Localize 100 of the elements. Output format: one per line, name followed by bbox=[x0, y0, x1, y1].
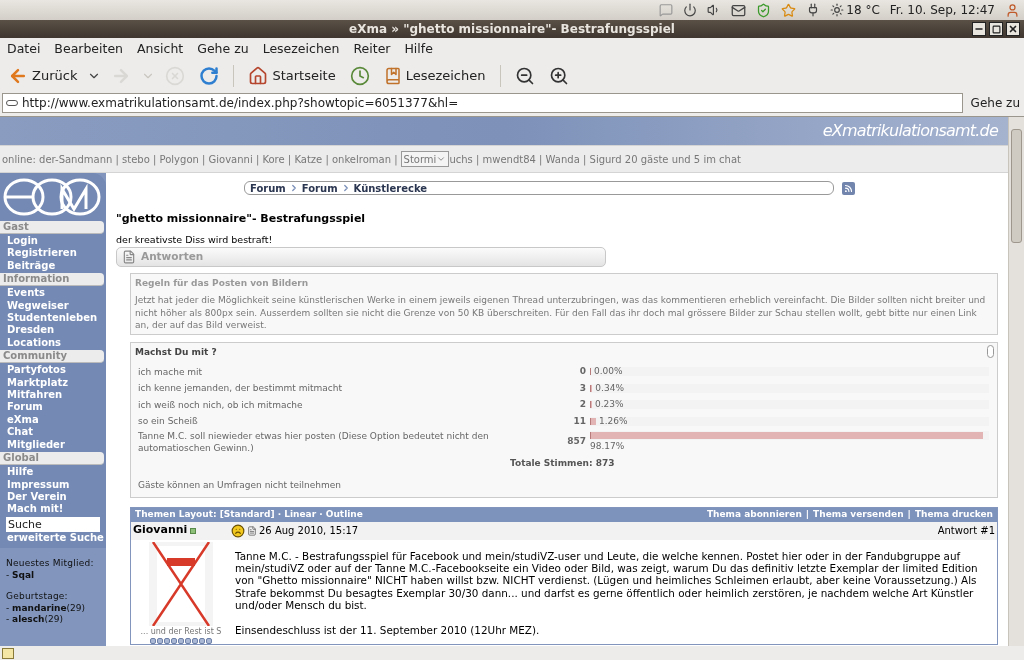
sidebar-link[interactable]: Login bbox=[7, 235, 104, 248]
clock[interactable]: Fr. 10. Sep, 12:47 bbox=[889, 1, 995, 19]
poll-vote-count: 3 bbox=[578, 381, 587, 395]
sidebar-link[interactable]: Der Verein bbox=[7, 490, 104, 504]
member-link[interactable]: - Sqal bbox=[6, 569, 106, 582]
rank-pips-icon bbox=[150, 637, 212, 644]
sun-icon[interactable] bbox=[830, 3, 845, 17]
breadcrumb-link[interactable]: Forum bbox=[301, 180, 338, 196]
close-button[interactable] bbox=[1006, 22, 1020, 36]
frowning-face-icon bbox=[231, 523, 245, 538]
sidebar-link[interactable]: Beiträge bbox=[7, 259, 104, 273]
menu-item[interactable]: Datei bbox=[7, 39, 41, 59]
menu-item[interactable]: Ansicht bbox=[137, 39, 184, 59]
home-button[interactable]: Startseite bbox=[244, 62, 340, 90]
sidebar-link[interactable]: eXma bbox=[7, 413, 104, 427]
document-icon bbox=[247, 525, 257, 536]
thread-description: der kreativste Diss wird bestraft! bbox=[116, 232, 274, 247]
sidebar-link[interactable]: Mitfahren bbox=[7, 389, 104, 402]
sidebar-link[interactable]: Studentenleben bbox=[7, 312, 104, 325]
poll-percent: 1.26% bbox=[599, 414, 628, 428]
breadcrumb-link[interactable]: Forum bbox=[250, 180, 286, 196]
maximize-button[interactable] bbox=[989, 22, 1003, 36]
link-icon bbox=[6, 100, 18, 106]
go-button[interactable]: Gehe zu bbox=[968, 94, 1022, 112]
poll-vote-count: 857 bbox=[566, 435, 587, 449]
sidebar-link[interactable]: Partyfotos bbox=[7, 364, 104, 377]
document-icon bbox=[122, 249, 136, 264]
info-label: Geburtstage: bbox=[6, 591, 69, 603]
scroll-handle-icon bbox=[987, 345, 994, 359]
poll-vote-count: 2 bbox=[578, 398, 587, 412]
poll-percent: 0.34% bbox=[595, 381, 624, 395]
member-link[interactable]: - alesch(29) bbox=[6, 614, 106, 626]
poll-percent: 0.23% bbox=[594, 398, 624, 412]
menu-item[interactable]: Reiter bbox=[353, 39, 391, 59]
sidebar-link[interactable]: Marktplatz bbox=[7, 376, 104, 390]
back-arrow-icon bbox=[8, 66, 28, 86]
online-users: uchs | mwendt84 | Wanda | Sigurd 20 gäste und 5 im chat bbox=[449, 152, 741, 167]
reload-icon bbox=[199, 66, 220, 86]
maximize-icon bbox=[991, 24, 1001, 34]
sidebar-heading: Information bbox=[0, 273, 104, 287]
thread-title: "ghetto missionnaire"- Bestrafungsspiel bbox=[116, 211, 367, 227]
window-title: eXma » "ghetto missionnaire"- Bestrafungsspiel bbox=[349, 21, 675, 38]
menu-item[interactable]: Bearbeiten bbox=[54, 39, 124, 59]
author-name[interactable]: Giovanni bbox=[133, 522, 188, 539]
poll-note: Gäste können an Umfragen nicht teilnehmen bbox=[137, 479, 342, 493]
search-field[interactable]: Suche bbox=[6, 516, 100, 532]
rules-text: Jetzt hat jeder die Möglichkeit seine künstlerischen Werke in einem jeweils eigenen Thread unterzubringen, was das kommentieren erheblich vereinfacht. Die Bilder sollten nicht breiter und nicht höher als 800px sein. Ausserdem sollten sie nicht die Grenze von 50 KB überschreiten. Für den Fall das ihr doch mal grössere Bilder zur Schau stellen wollt, gebt bitte nur einen Link an, der auf das Bild verweist. bbox=[135, 294, 987, 332]
separator-text: | bbox=[805, 507, 810, 521]
sidebar-link[interactable]: Events bbox=[7, 287, 104, 300]
poll-option-label: ich kenne jemanden, der bestimmt mitmacht bbox=[137, 382, 343, 395]
topic-action-link[interactable]: Thema versenden bbox=[813, 507, 904, 522]
zoom-in-icon bbox=[548, 66, 569, 86]
member-link[interactable]: - mandarine(29) bbox=[6, 602, 106, 615]
sidebar-link[interactable]: Wegweiser bbox=[7, 299, 104, 313]
poll-option-label: ich mache mit bbox=[137, 365, 204, 379]
poll-percent: 0.00% bbox=[594, 365, 623, 379]
poll-vote-count: 0 bbox=[578, 365, 587, 379]
sidebar-link[interactable]: Chat bbox=[7, 426, 104, 439]
topic-action-link[interactable]: Thema abonnieren bbox=[706, 507, 802, 522]
sidebar-link[interactable]: erweiterte Suche bbox=[0, 531, 104, 545]
bookmark-icon bbox=[383, 67, 402, 85]
sidebar-link[interactable]: Hilfe bbox=[7, 466, 104, 479]
sidebar-link[interactable]: Forum bbox=[7, 401, 104, 414]
sidebar-link[interactable]: Locations bbox=[7, 336, 104, 350]
sidebar-link[interactable]: Impressum bbox=[7, 478, 104, 491]
rss-button[interactable] bbox=[842, 181, 855, 195]
sidebar-link[interactable]: Registrieren bbox=[7, 247, 104, 260]
poll-total: Totale Stimmen: 873 bbox=[509, 456, 616, 470]
sidebar-link[interactable]: Dresden bbox=[7, 324, 104, 337]
sidebar-link[interactable]: Mitglieder bbox=[7, 438, 104, 452]
post-text: Tanne M.C. - Bestrafungsspiel für Facebook und mein/studiVZ-user und Leute, die welche kennen. Postet hier oder in der Fandubgruppe auf mein/studiVZ oder auf der Tanne M.C.-Facebookseite ein Video oder Bild, was zeigt, warum Du das definitiv letzte Exemplar der limited Edition von "Ghetto missionnaire" NICHT haben willst bzw. NICHT verdienst. (Lügen und heimliches Schleimen erlaubt, aber keine Voraussetzung.) Als Strafe bekommst Du besagtes Exemplar 30/30 dann... und darfst es gerne öffentlich oder heimlich zerstören, je nachdem welche Art Künstler und/oder Mensch du bist. bbox=[235, 549, 979, 612]
breadcrumb-link[interactable]: Künstlerecke bbox=[353, 180, 428, 196]
user-dropdown[interactable]: Stormi bbox=[400, 151, 450, 167]
mail-icon[interactable] bbox=[731, 2, 747, 18]
menu-item[interactable]: Hilfe bbox=[404, 39, 433, 59]
rules-title: Regeln für das Posten von Bildern bbox=[135, 276, 310, 290]
post-text: Einsendeschluss ist der 11. September 2010 (12Uhr MEZ). bbox=[235, 623, 541, 637]
menu-item[interactable]: Gehe zu bbox=[197, 39, 249, 59]
sidebar-heading: Community bbox=[0, 350, 104, 364]
site-logo-text: eXmatrikulationsamt.de bbox=[822, 120, 998, 142]
zoom-out-icon bbox=[514, 66, 535, 86]
bookmarks-button[interactable]: Lesezeichen bbox=[379, 62, 490, 90]
topic-layout-links[interactable]: Themen Layout: [Standard] · Linear · Outline bbox=[135, 507, 363, 522]
separator-text: | bbox=[907, 507, 911, 521]
back-button[interactable]: Zurück bbox=[4, 62, 82, 90]
close-icon bbox=[1008, 24, 1018, 34]
poll-option-label: Tanne M.C. soll niewieder etwas hier posten (Diese Option bedeutet nicht den automatioschen Gewinn.) bbox=[137, 429, 490, 455]
sidebar-heading: Gast bbox=[0, 221, 104, 234]
post-number[interactable]: Antwort #1 bbox=[937, 523, 995, 539]
poll-percent: 98.17% bbox=[590, 439, 625, 453]
reply-button[interactable]: Antworten bbox=[116, 246, 606, 267]
weather-reading[interactable]: 18 °C bbox=[846, 1, 880, 19]
minimize-button[interactable] bbox=[972, 22, 986, 36]
power-icon[interactable] bbox=[683, 3, 698, 17]
sidebar-link[interactable]: Mach mit! bbox=[7, 503, 104, 516]
star-icon[interactable] bbox=[781, 2, 797, 18]
shield-check-icon[interactable] bbox=[756, 2, 772, 18]
menu-item[interactable]: Lesezeichen bbox=[262, 39, 340, 59]
address-field[interactable]: http://www.exmatrikulationsamt.de/index.php?showtopic=6051377&hl= bbox=[2, 93, 963, 113]
topic-action-link[interactable]: Thema drucken bbox=[914, 507, 993, 522]
